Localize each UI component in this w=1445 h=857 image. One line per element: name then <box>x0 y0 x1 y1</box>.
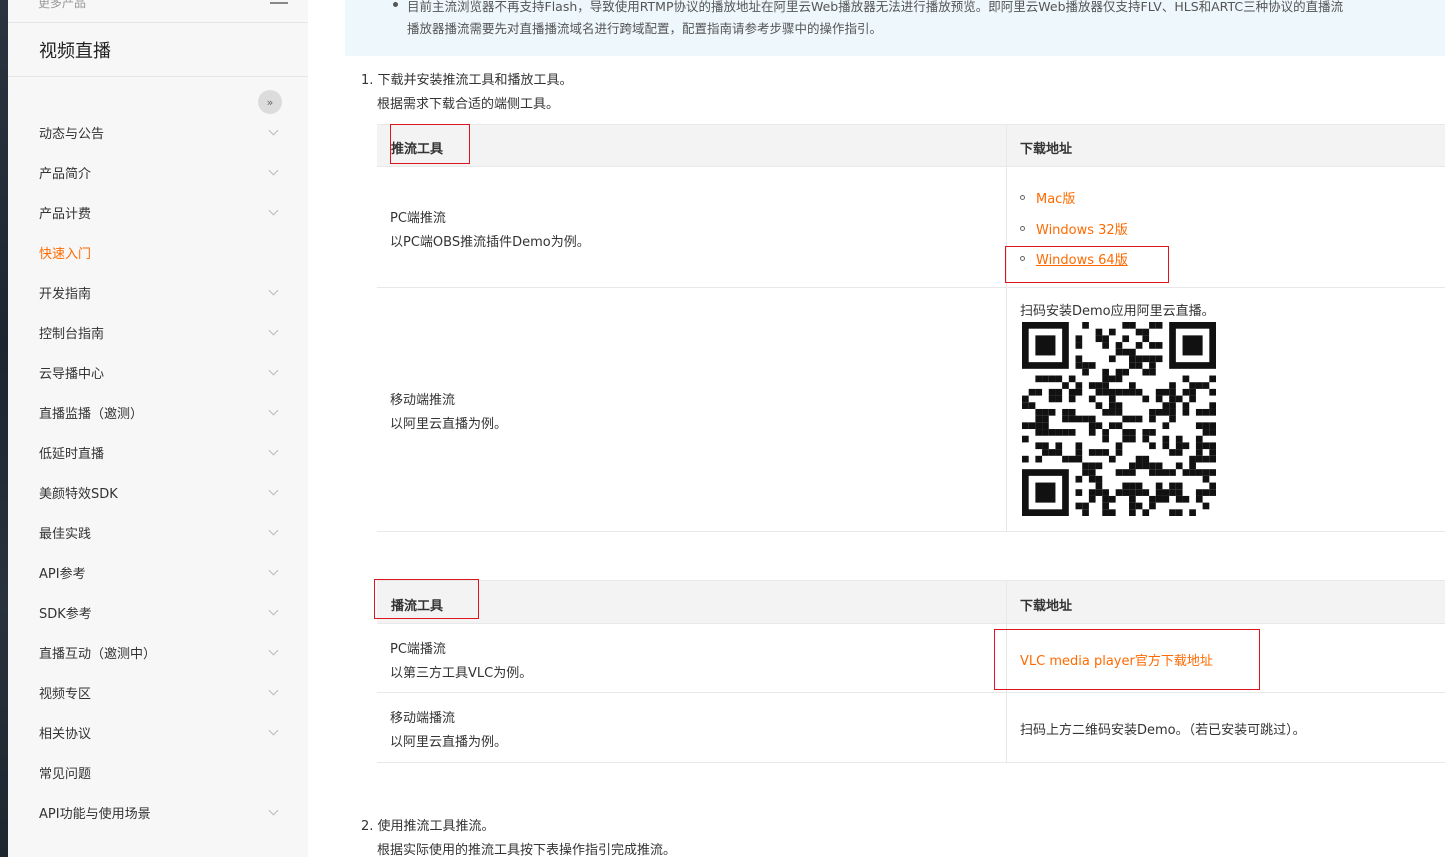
sidebar-item[interactable]: 视频专区 <box>39 680 279 704</box>
table-header-row: 播流工具 下载地址 <box>377 581 1445 624</box>
window-edge <box>0 0 8 857</box>
step-1-subtitle: 根据需求下载合适的端侧工具。 <box>377 97 560 112</box>
mac-download-link[interactable]: Mac版 <box>1036 188 1075 207</box>
sidebar-item-label: 直播互动（邀测中） <box>39 646 157 662</box>
row-title: PC端播流 <box>390 642 446 657</box>
sidebar-item-label: 开发指南 <box>39 286 92 302</box>
notice-line-2: 播放器播流需要先对直播播流域名进行跨域配置，配置指南请参考步骤中的操作指引。 <box>407 21 883 36</box>
sidebar-item-label: 美颜特效SDK <box>39 486 118 502</box>
more-products-link[interactable]: 更多产品 <box>38 0 86 11</box>
sidebar-item[interactable]: 产品简介 <box>39 160 279 184</box>
table-header-row: 推流工具 下载地址 <box>377 125 1445 167</box>
chevron-down-icon[interactable] <box>269 607 279 617</box>
highlight-box <box>994 629 1260 690</box>
chevron-down-icon[interactable] <box>269 647 279 657</box>
row-title: 移动端播流 <box>390 711 456 726</box>
row-note: 扫码上方二维码安装Demo。（若已安装可跳过）。 <box>1020 723 1306 738</box>
chevron-down-icon[interactable] <box>269 287 279 297</box>
play-tool-table: 播流工具 下载地址 PC端播流 以第三方工具VLC为例。 VLC media p… <box>377 580 1445 763</box>
table-header-download: 下载地址 <box>1020 142 1073 157</box>
column-divider <box>1006 125 1007 532</box>
sidebar-item-label: 快速入门 <box>39 246 92 262</box>
divider <box>8 22 308 23</box>
sidebar-item-label: 控制台指南 <box>39 326 105 342</box>
sidebar-item[interactable]: 产品计费 <box>39 200 279 224</box>
sidebar-item[interactable]: 控制台指南 <box>39 320 279 344</box>
sidebar-item-label: API功能与使用场景 <box>39 806 151 822</box>
sidebar-item-label: 常见问题 <box>39 766 92 782</box>
sidebar-item-label: 相关协议 <box>39 726 92 742</box>
sidebar-item-label: 直播监播（邀测） <box>39 406 144 422</box>
sidebar-item[interactable]: 云导播中心 <box>39 360 279 384</box>
sidebar-item[interactable]: SDK参考 <box>39 600 279 624</box>
sidebar-item-label: 视频专区 <box>39 686 92 702</box>
sidebar-item[interactable]: 开发指南 <box>39 280 279 304</box>
chevron-down-icon[interactable] <box>269 487 279 497</box>
chevron-down-icon[interactable] <box>269 167 279 177</box>
chevron-down-icon[interactable] <box>269 207 279 217</box>
chevron-down-icon[interactable] <box>269 407 279 417</box>
highlight-box <box>374 579 479 619</box>
sidebar-item[interactable]: API参考 <box>39 560 279 584</box>
chevron-down-icon[interactable] <box>269 807 279 817</box>
chevron-down-icon[interactable] <box>269 727 279 737</box>
chevron-down-icon[interactable] <box>269 127 279 137</box>
qr-code-image <box>1022 322 1216 516</box>
notice-box: 目前主流浏览器不再支持Flash，导致使用RTMP协议的播放地址在阿里云Web播… <box>345 0 1445 56</box>
sidebar-item[interactable]: 快速入门 <box>39 240 279 264</box>
menu-icon[interactable] <box>270 0 288 8</box>
sidebar-item-label: 最佳实践 <box>39 526 92 542</box>
notice-line-1: 目前主流浏览器不再支持Flash，导致使用RTMP协议的播放地址在阿里云Web播… <box>407 0 1344 14</box>
table-row: PC端推流 以PC端OBS推流插件Demo为例。 Mac版 Windows 32… <box>377 167 1445 288</box>
sidebar-item[interactable]: 动态与公告 <box>39 120 279 144</box>
row-desc: 以阿里云直播为例。 <box>390 417 508 432</box>
sidebar-top-bar: 更多产品 <box>38 0 288 18</box>
table-row: PC端播流 以第三方工具VLC为例。 VLC media player官方下载地… <box>377 624 1445 693</box>
sidebar-item-label: 产品简介 <box>39 166 92 182</box>
sidebar-title: 视频直播 <box>39 41 111 62</box>
collapse-all-icon[interactable]: » <box>258 90 282 114</box>
sidebar-item-label: 产品计费 <box>39 206 92 222</box>
chevron-down-icon[interactable] <box>269 367 279 377</box>
sidebar-item-label: 低延时直播 <box>39 446 105 462</box>
chevron-down-icon[interactable] <box>269 567 279 577</box>
table-row: 移动端播流 以阿里云直播为例。 扫码上方二维码安装Demo。（若已安装可跳过）。 <box>377 693 1445 763</box>
push-tool-table: 推流工具 下载地址 PC端推流 以PC端OBS推流插件Demo为例。 Mac版 … <box>377 124 1445 532</box>
sidebar-item-label: SDK参考 <box>39 606 92 622</box>
row-desc: 以第三方工具VLC为例。 <box>390 666 533 681</box>
row-title: 移动端推流 <box>390 393 456 408</box>
sidebar-item[interactable]: 直播监播（邀测） <box>39 400 279 424</box>
table-row: 移动端推流 以阿里云直播为例。 扫码安装Demo应用阿里云直播。 <box>377 288 1445 532</box>
sidebar-item[interactable]: 美颜特效SDK <box>39 480 279 504</box>
divider <box>8 76 308 77</box>
sidebar-item-label: 云导播中心 <box>39 366 105 382</box>
chevron-down-icon[interactable] <box>269 527 279 537</box>
sidebar: 更多产品 视频直播 » 动态与公告产品简介产品计费快速入门开发指南控制台指南云导… <box>8 0 308 857</box>
sidebar-item[interactable]: 最佳实践 <box>39 520 279 544</box>
sidebar-item[interactable]: API功能与使用场景 <box>39 800 279 824</box>
chevron-down-icon[interactable] <box>269 327 279 337</box>
sidebar-item[interactable]: 相关协议 <box>39 720 279 744</box>
step-2-title: 2. 使用推流工具推流。 <box>361 819 495 834</box>
sidebar-item[interactable]: 常见问题 <box>39 760 279 784</box>
row-title: PC端推流 <box>390 211 446 226</box>
qr-note: 扫码安装Demo应用阿里云直播。 <box>1020 304 1215 319</box>
windows-32-download-link[interactable]: Windows 32版 <box>1036 219 1128 238</box>
step-1-title: 1. 下载并安装推流工具和播放工具。 <box>361 73 573 88</box>
chevron-down-icon[interactable] <box>269 687 279 697</box>
sidebar-item-label: 动态与公告 <box>39 126 105 142</box>
highlight-box <box>390 124 470 164</box>
list-item: Mac版 <box>1020 188 1075 207</box>
sidebar-item[interactable]: 低延时直播 <box>39 440 279 464</box>
table-header-download: 下载地址 <box>1020 599 1073 614</box>
row-desc: 以PC端OBS推流插件Demo为例。 <box>390 235 590 250</box>
sidebar-item[interactable]: 直播互动（邀测中） <box>39 640 279 664</box>
highlight-box <box>1005 246 1169 283</box>
bullet-icon <box>393 2 398 7</box>
row-desc: 以阿里云直播为例。 <box>390 735 508 750</box>
step-2-subtitle: 根据实际使用的推流工具按下表操作指引完成推流。 <box>377 843 677 857</box>
list-item: Windows 32版 <box>1020 219 1128 238</box>
chevron-down-icon[interactable] <box>269 447 279 457</box>
sidebar-item-label: API参考 <box>39 566 86 582</box>
